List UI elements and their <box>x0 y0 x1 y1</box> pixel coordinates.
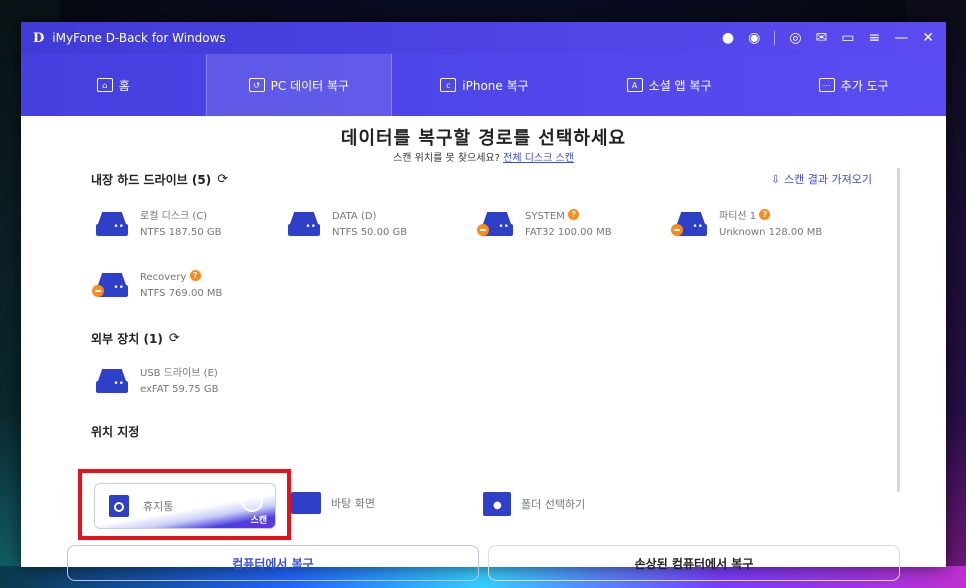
app-window: D iMyFone D-Back for Windows ● ◉ ◎ ✉ ▭ ≡… <box>21 22 946 581</box>
import-scan-results-label: 스캔 결과 가져오기 <box>784 173 872 186</box>
drive-name: 로컬 디스크 (C) <box>140 211 208 222</box>
folder-location[interactable]: ● 폴더 선택하기 <box>483 492 585 516</box>
app-logo: D <box>33 30 45 46</box>
drive-d[interactable]: DATA (D) NTFS 50.00 GB <box>286 209 407 241</box>
hard-drive-warning-icon <box>671 210 709 240</box>
tab-pc-recovery-label: PC 데이터 복구 <box>270 78 350 93</box>
external-devices-title: 외부 장치 (1) <box>91 332 163 346</box>
external-devices-header: 외부 장치 (1) ⟳ <box>91 330 180 347</box>
page-subtitle: 스캔 위치를 못 찾으세요? 전체 디스크 스캔 <box>21 149 946 164</box>
import-scan-results-link[interactable]: ⇩ 스캔 결과 가져오기 <box>771 171 872 187</box>
drive-recovery[interactable]: Recovery ? NTFS 769.00 MB <box>92 270 223 302</box>
main-nav: ⌂ 홈 ↺ PC 데이터 복구 c iPhone 복구 A 소셜 앱 복구 ⋯ … <box>21 54 946 116</box>
help-icon[interactable]: ? <box>189 270 201 281</box>
tab-more-tools-label: 추가 도구 <box>840 78 889 93</box>
import-icon: ⇩ <box>770 172 781 186</box>
monitor-icon <box>291 492 321 514</box>
refresh-icon[interactable]: ⟳ <box>169 331 180 346</box>
scrollbar[interactable] <box>897 168 900 492</box>
hard-drive-warning-icon <box>92 271 130 301</box>
minimize-icon[interactable]: — <box>894 30 908 46</box>
desktop-location[interactable]: 바탕 화면 <box>291 492 375 514</box>
full-disk-scan-link[interactable]: 전체 디스크 스캔 <box>503 153 574 164</box>
tab-iphone-label: iPhone 복구 <box>462 78 529 93</box>
drive-usb-e[interactable]: USB 드라이브 (E) exFAT 59.75 GB <box>94 366 219 398</box>
recover-from-pc-button[interactable]: 컴퓨터에서 복구 <box>67 545 479 581</box>
account-icon[interactable]: ● <box>722 30 734 46</box>
internal-drives-header: 내장 하드 드라이브 (5) ⟳ <box>91 171 228 188</box>
social-app-icon: A <box>626 78 643 92</box>
hard-drive-warning-icon <box>477 210 515 240</box>
drive-info: NTFS 187.50 GB <box>140 227 222 238</box>
drive-name: USB 드라이브 (E) <box>140 368 218 379</box>
folder-icon: ● <box>483 492 511 516</box>
main-content: 데이터를 복구할 경로를 선택하세요 스캔 위치를 못 찾으세요? 전체 디스크… <box>21 116 946 581</box>
tab-home[interactable]: ⌂ 홈 <box>21 54 206 116</box>
desktop-label: 바탕 화면 <box>331 497 375 510</box>
iphone-icon: c <box>440 78 457 92</box>
usb-drive-icon <box>94 367 130 397</box>
tab-pc-recovery[interactable]: ↺ PC 데이터 복구 <box>205 54 393 116</box>
folder-label: 폴더 선택하기 <box>521 498 586 511</box>
window-title: iMyFone D-Back for Windows <box>52 31 226 45</box>
hard-drive-icon <box>286 210 322 240</box>
location-header: 위치 지정 <box>91 423 139 440</box>
pc-recovery-icon: ↺ <box>248 78 265 92</box>
drive-name: DATA (D) <box>332 211 377 222</box>
recover-from-damaged-pc-button[interactable]: 손상된 컴퓨터에서 복구 <box>488 545 900 581</box>
location-title: 위치 지정 <box>91 425 140 439</box>
subtitle-text: 스캔 위치를 못 찾으세요? <box>393 153 504 164</box>
tab-iphone-recovery[interactable]: c iPhone 복구 <box>392 54 577 116</box>
tab-home-label: 홈 <box>118 78 130 93</box>
titlebar-divider <box>774 31 776 45</box>
discord-icon[interactable]: ◉ <box>748 30 760 46</box>
help-icon[interactable]: ? <box>759 209 771 220</box>
internal-drives-title: 내장 하드 드라이브 (5) <box>91 173 212 187</box>
tab-social-app[interactable]: A 소셜 앱 복구 <box>577 54 762 116</box>
settings-icon[interactable]: ◎ <box>789 30 801 46</box>
drive-name: SYSTEM <box>525 211 565 222</box>
title-bar: D iMyFone D-Back for Windows ● ◉ ◎ ✉ ▭ ≡… <box>21 22 946 54</box>
tab-more-tools[interactable]: ⋯ 추가 도구 <box>761 54 946 116</box>
menu-icon[interactable]: ≡ <box>869 30 881 46</box>
drive-system[interactable]: SYSTEM ? FAT32 100.00 MB <box>477 209 612 241</box>
highlight-box <box>78 469 291 540</box>
drive-info: Unknown 128.00 MB <box>719 227 823 238</box>
drive-name: Recovery <box>140 272 187 283</box>
close-icon[interactable]: ✕ <box>922 30 934 46</box>
drive-info: exFAT 59.75 GB <box>140 384 219 395</box>
page-title: 데이터를 복구할 경로를 선택하세요 <box>340 128 627 149</box>
drive-info: FAT32 100.00 MB <box>525 227 612 238</box>
refresh-icon[interactable]: ⟳ <box>217 172 228 187</box>
drive-partition-1[interactable]: 파티션 1 ? Unknown 128.00 MB <box>671 209 823 241</box>
drive-info: NTFS 50.00 GB <box>332 227 408 238</box>
drive-c[interactable]: 로컬 디스크 (C) NTFS 187.50 GB <box>94 209 221 241</box>
drive-name: 파티션 1 <box>719 211 757 222</box>
feedback-icon[interactable]: ▭ <box>841 30 854 46</box>
drive-info: NTFS 769.00 MB <box>140 288 223 299</box>
home-icon: ⌂ <box>96 78 113 92</box>
help-icon[interactable]: ? <box>568 209 580 220</box>
tab-social-label: 소셜 앱 복구 <box>648 78 712 93</box>
mail-icon[interactable]: ✉ <box>816 30 828 46</box>
more-tools-icon: ⋯ <box>818 78 835 92</box>
hard-drive-icon <box>94 210 130 240</box>
